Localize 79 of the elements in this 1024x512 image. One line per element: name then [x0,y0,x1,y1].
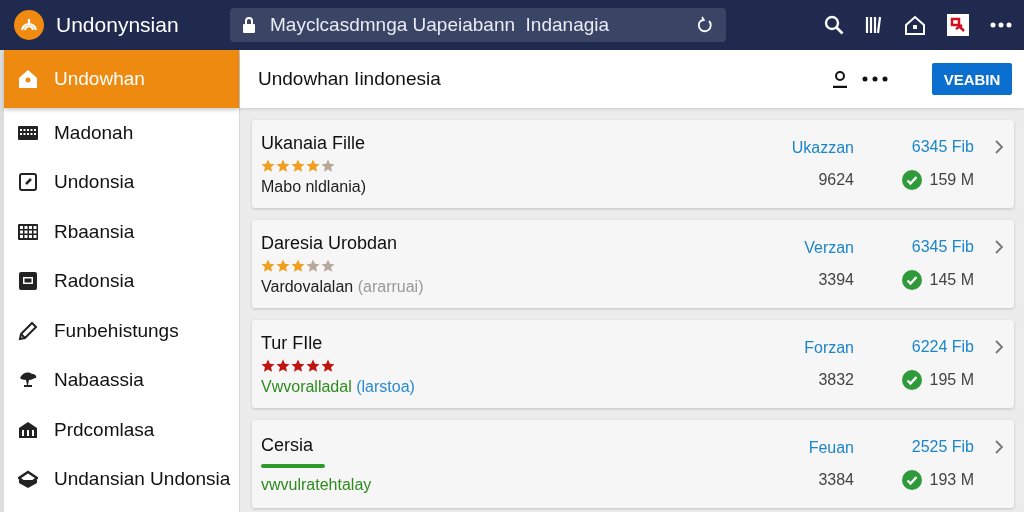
file-subtitle: vwvulratehtalay [261,475,373,494]
file-title: Cersia [261,434,314,456]
file-card[interactable]: Tur FIle Vwvoralladal (larstoa) Forzan 3832 6224 Fib 195 M [252,320,1014,408]
status-value: 195 M [929,371,974,389]
sidebar-item[interactable]: Madonah [4,108,239,158]
check-icon [901,270,922,290]
address-field[interactable]: Mayclcasdmnga Uapeiabann Indanagia [230,8,726,42]
sidebar-item[interactable]: Undonsia [4,157,239,207]
primary-button[interactable]: VEABIN [932,63,1012,95]
chevron-icon [994,140,1004,154]
lock-icon [242,17,256,33]
library-icon[interactable] [864,15,884,35]
checkbox-icon [18,172,38,193]
search-icon[interactable] [824,15,844,35]
reload-icon[interactable] [696,16,714,34]
sidebar-item[interactable]: Radonsia [4,256,239,306]
sidebar-item[interactable]: Rbaansia [4,207,239,257]
star-icon [291,158,305,173]
star-icon [261,358,275,373]
star-icon [306,158,320,173]
star-icon [261,258,275,273]
file-subtitle: Vardovalalan (ararruai) [261,277,425,296]
star-icon [276,258,290,273]
building-icon [18,419,38,440]
version-label: Feuan [808,439,854,457]
size-value: 6224 Fib [911,338,974,356]
app-name: Undonynsian [56,13,180,37]
file-card[interactable]: Ukanaia Fille Mabo nldlania) Ukazzan 9624 6345 Fib 159 M [252,120,1014,208]
tray-icon [18,469,38,490]
sidebar-item[interactable]: Prdcomlasa [4,405,239,455]
star-icon [321,258,335,273]
more-icon[interactable] [990,22,1012,28]
star-icon [321,158,335,173]
count-value: 3832 [818,371,854,389]
status-value: 193 M [929,471,974,489]
person-icon[interactable] [832,70,848,88]
file-title: Ukanaia Fille [261,132,367,154]
file-subtitle: Vwvoralladal (larstoa) [261,377,416,396]
check-icon [901,470,922,490]
star-icon [306,258,320,273]
size-value: 2525 Fib [911,438,974,456]
star-icon [276,358,290,373]
status-value: 159 M [929,171,974,189]
grid-icon [18,221,38,242]
star-icon [291,258,305,273]
size-value: 6345 Fib [911,238,974,256]
size-value: 6345 Fib [911,138,974,156]
chevron-icon [994,340,1004,354]
star-icon [291,358,305,373]
status-value: 145 M [929,271,974,289]
check-icon [901,170,922,190]
version-label: Forzan [804,339,854,357]
home-icon[interactable] [904,15,926,35]
file-card[interactable]: Cersia vwvulratehtalay Feuan 3384 2525 Fib 193 M [252,420,1014,508]
file-card[interactable]: Daresia Urobdan Vardovalalan (ararruai) Verzan 3394 6345 Fib 145 M [252,220,1014,308]
star-icon [261,158,275,173]
pen-icon [18,320,38,341]
page-title: Undowhan Iindonesia [258,68,441,90]
version-label: Ukazzan [791,139,854,157]
file-title: Tur FIle [261,332,324,354]
count-value: 3394 [818,271,854,289]
home-icon [18,69,38,89]
star-icon [276,158,290,173]
file-subtitle: Mabo nldlania) [261,177,367,196]
sidebar-item[interactable]: Funbehistungs [4,306,239,356]
sidebar-item[interactable]: Undansian Undonsia [4,454,239,504]
chevron-icon [994,240,1004,254]
more-icon[interactable] [862,76,888,82]
version-label: Verzan [804,239,854,257]
window-icon [18,271,38,292]
file-title: Daresia Urobdan [261,232,399,254]
chevron-icon [994,440,1004,454]
count-value: 9624 [818,171,854,189]
count-value: 3384 [818,471,854,489]
star-icon [321,358,335,373]
star-icon [306,358,320,373]
sidebar-item[interactable]: Nabaassia [4,355,239,405]
logo-icon [14,10,44,40]
check-icon [901,370,922,390]
